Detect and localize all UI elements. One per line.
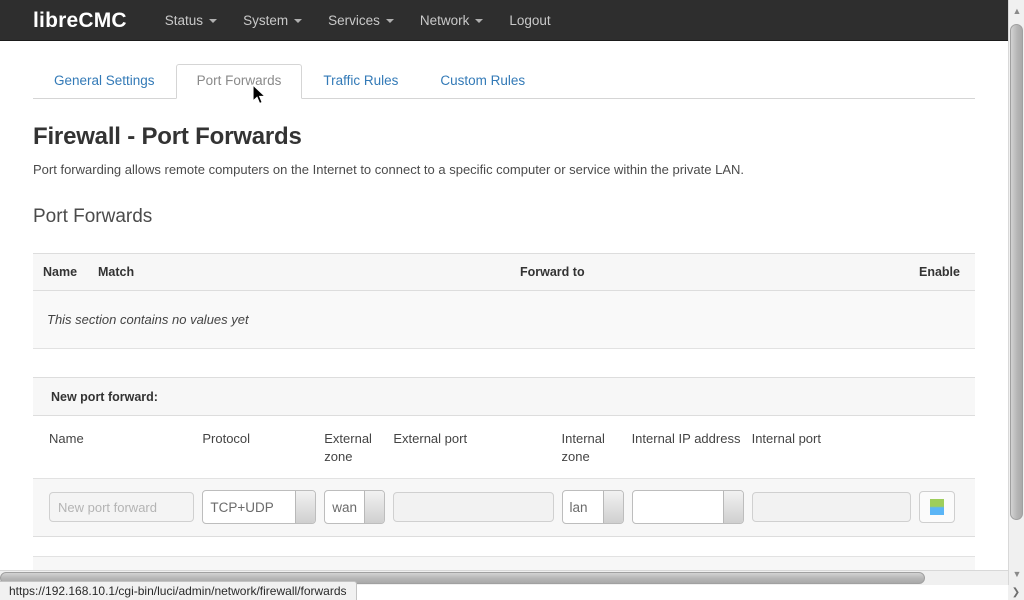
external-port-input[interactable] — [393, 492, 554, 522]
browser-viewport: libreCMC Status System Services Network … — [0, 0, 1024, 600]
name-input[interactable] — [49, 492, 195, 522]
new-port-forward-column-headers: Name Protocol External zone External por… — [33, 416, 975, 479]
nav-item-logout-label: Logout — [509, 13, 551, 28]
internal-zone-select-wrapper: lan — [561, 490, 624, 524]
chevron-down-icon — [294, 18, 303, 23]
page-content: libreCMC Status System Services Network … — [0, 0, 1008, 585]
col-header-internal-port: Internal port — [752, 430, 919, 448]
tab-port-forwards[interactable]: Port Forwards — [175, 64, 303, 99]
chevron-down-icon — [385, 18, 394, 23]
col-header-name-text: Name — [49, 431, 84, 446]
col-header-internal-zone-line1: Internal — [561, 431, 605, 446]
field-cell-external-port — [393, 492, 561, 522]
internal-port-input[interactable] — [751, 492, 911, 522]
col-header-external-port-text: External port — [393, 431, 468, 446]
nav-item-system-label: System — [243, 13, 289, 28]
nav-item-network-label: Network — [419, 13, 470, 28]
field-cell-add — [918, 491, 975, 523]
nav-item-status[interactable]: Status — [164, 13, 218, 28]
col-header-protocol: Protocol — [202, 430, 324, 448]
add-icon — [929, 499, 944, 515]
col-header-internal-zone-line2: zone — [561, 449, 590, 464]
chevron-down-icon — [209, 18, 218, 23]
page-description: Port forwarding allows remote computers … — [33, 162, 745, 177]
col-header-protocol-text: Protocol — [202, 431, 251, 446]
external-zone-select-wrapper: wan — [324, 490, 386, 524]
scroll-down-arrow-icon[interactable]: ▼ — [1009, 565, 1024, 583]
empty-table-message: This section contains no values yet — [33, 291, 975, 349]
table-header-row: Name Match Forward to Enable — [33, 253, 975, 291]
field-cell-name — [33, 492, 202, 522]
tab-custom-rules[interactable]: Custom Rules — [419, 64, 546, 99]
tab-traffic-rules[interactable]: Traffic Rules — [302, 64, 419, 99]
internal-zone-select[interactable]: lan — [561, 490, 624, 524]
field-cell-protocol: TCP+UDP — [202, 490, 324, 524]
protocol-select[interactable]: TCP+UDP — [202, 490, 317, 524]
vertical-scrollbar[interactable]: ▲ ▼ — [1008, 0, 1024, 585]
internal-ip-select[interactable] — [631, 490, 744, 524]
top-navigation-bar: libreCMC Status System Services Network … — [0, 0, 1008, 41]
field-cell-external-zone: wan — [324, 490, 393, 524]
main-content: Firewall - Port Forwards Port forwarding… — [0, 123, 1008, 537]
column-header-name: Name — [43, 265, 78, 279]
new-port-forward-title: New port forward: — [33, 378, 975, 416]
col-header-internal-port-text: Internal port — [751, 431, 821, 446]
field-cell-internal-zone: lan — [561, 490, 632, 524]
nav-item-services[interactable]: Services — [328, 13, 394, 28]
nav-item-system[interactable]: System — [243, 13, 303, 28]
field-cell-internal-ip — [631, 490, 752, 524]
nav-item-services-label: Services — [328, 13, 380, 28]
column-header-enable: Enable — [919, 265, 960, 279]
tab-general-settings[interactable]: General Settings — [33, 64, 176, 99]
chevron-down-icon — [475, 18, 484, 23]
status-bar-url: https://192.168.10.1/cgi-bin/luci/admin/… — [0, 581, 357, 600]
new-port-forward-panel: New port forward: Name Protocol External… — [33, 377, 975, 537]
col-header-external-zone: External zone — [324, 430, 393, 466]
col-header-internal-ip-text: Internal IP address — [631, 431, 741, 446]
brand-logo[interactable]: libreCMC — [33, 9, 127, 33]
firewall-tab-strip: General Settings Port Forwards Traffic R… — [33, 55, 975, 99]
col-header-external-port: External port — [393, 430, 561, 448]
section-title-port-forwards: Port Forwards — [33, 206, 153, 227]
new-port-forward-input-row: TCP+UDP wan — [33, 479, 975, 536]
col-header-internal-zone: Internal zone — [562, 430, 632, 466]
nav-item-status-label: Status — [164, 13, 204, 28]
internal-ip-select-wrapper — [631, 490, 744, 524]
scroll-right-arrow-icon[interactable]: ❯ — [1008, 585, 1024, 600]
field-cell-internal-port — [751, 492, 919, 522]
port-forwards-table: Name Match Forward to Enable This sectio… — [33, 253, 975, 349]
nav-item-network[interactable]: Network — [420, 13, 484, 28]
col-header-external-zone-line2: zone — [324, 449, 353, 464]
scroll-up-arrow-icon[interactable]: ▲ — [1009, 2, 1024, 20]
protocol-select-wrapper: TCP+UDP — [202, 490, 317, 524]
external-zone-select[interactable]: wan — [324, 490, 386, 524]
add-port-forward-button[interactable] — [918, 491, 955, 523]
column-header-match: Match — [98, 265, 135, 279]
nav-item-logout[interactable]: Logout — [509, 13, 550, 28]
vertical-scrollbar-thumb[interactable] — [1010, 24, 1023, 520]
col-header-internal-ip: Internal IP address — [632, 430, 752, 448]
page-title: Firewall - Port Forwards — [33, 123, 302, 150]
column-header-forward-to: Forward to — [520, 265, 585, 279]
col-header-external-zone-line1: External — [324, 431, 372, 446]
col-header-name: Name — [33, 430, 202, 448]
